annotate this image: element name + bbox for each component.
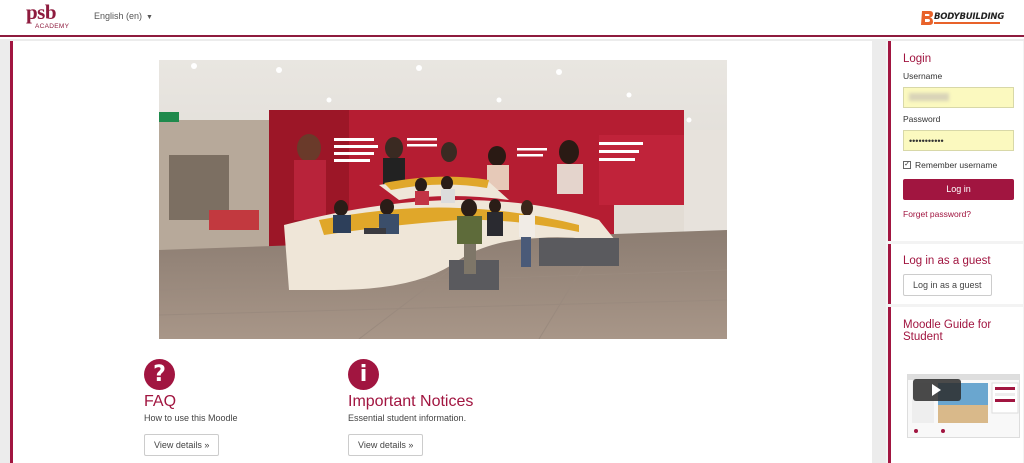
language-label: English (en) <box>94 11 143 21</box>
logo-sub-text: ACADEMY <box>35 23 70 30</box>
guest-login-block: Log in as a guest Log in as a guest <box>888 244 1023 304</box>
bodybuilding-mark-icon <box>921 11 933 25</box>
remember-username-checkbox[interactable]: ✓ <box>903 161 911 169</box>
partner-brand-logo: BODYBUILDING <box>920 10 1004 26</box>
partner-brand-underline <box>934 22 1000 24</box>
language-selector[interactable]: English (en) ▼ <box>94 11 153 21</box>
faq-view-details-button[interactable]: View details » <box>144 434 220 456</box>
notices-view-details-button[interactable]: View details » <box>348 434 424 456</box>
question-icon[interactable]: ? <box>144 359 175 390</box>
guide-video-thumbnail[interactable] <box>907 374 1020 438</box>
campus-lounge-photo <box>159 60 727 339</box>
info-icon[interactable]: i <box>348 359 379 390</box>
forgot-password-link[interactable]: Forget password? <box>903 209 1011 219</box>
logo-main-text: psb <box>26 0 57 24</box>
moodle-guide-block: Moodle Guide for Student <box>888 307 1023 463</box>
faq-title: FAQ <box>144 393 177 410</box>
faq-block: ? FAQ How to use this Moodle View detail… <box>144 359 344 456</box>
hero-image <box>159 60 727 339</box>
login-block: Login Username Password ••••••••••• ✓ Re… <box>888 41 1023 241</box>
caret-down-icon: ▼ <box>146 14 153 21</box>
password-label: Password <box>903 114 941 124</box>
login-button[interactable]: Log in <box>903 179 1014 200</box>
guest-login-button[interactable]: Log in as a guest <box>903 274 992 296</box>
moodle-guide-title: Moodle Guide for Student <box>903 319 992 343</box>
remember-username-label: Remember username <box>915 160 998 170</box>
notices-description: Essential student information. <box>348 413 467 423</box>
username-field[interactable] <box>903 87 1014 108</box>
guest-login-title: Log in as a guest <box>903 255 991 267</box>
notices-block: i Important Notices Essential student in… <box>348 359 548 456</box>
username-label: Username <box>903 71 943 81</box>
top-navbar: psb ACADEMY English (en) ▼ BODYBUILDING <box>0 0 1024 37</box>
psb-academy-logo[interactable]: psb ACADEMY <box>26 0 70 32</box>
faq-description: How to use this Moodle <box>144 413 238 423</box>
password-field[interactable]: ••••••••••• <box>903 130 1014 151</box>
notices-title: Important Notices <box>348 393 474 410</box>
video-preview-icon <box>908 375 1019 437</box>
remember-username-row[interactable]: ✓ Remember username <box>903 160 1011 170</box>
partner-brand-text: BODYBUILDING <box>934 12 1005 22</box>
login-title: Login <box>903 53 932 65</box>
